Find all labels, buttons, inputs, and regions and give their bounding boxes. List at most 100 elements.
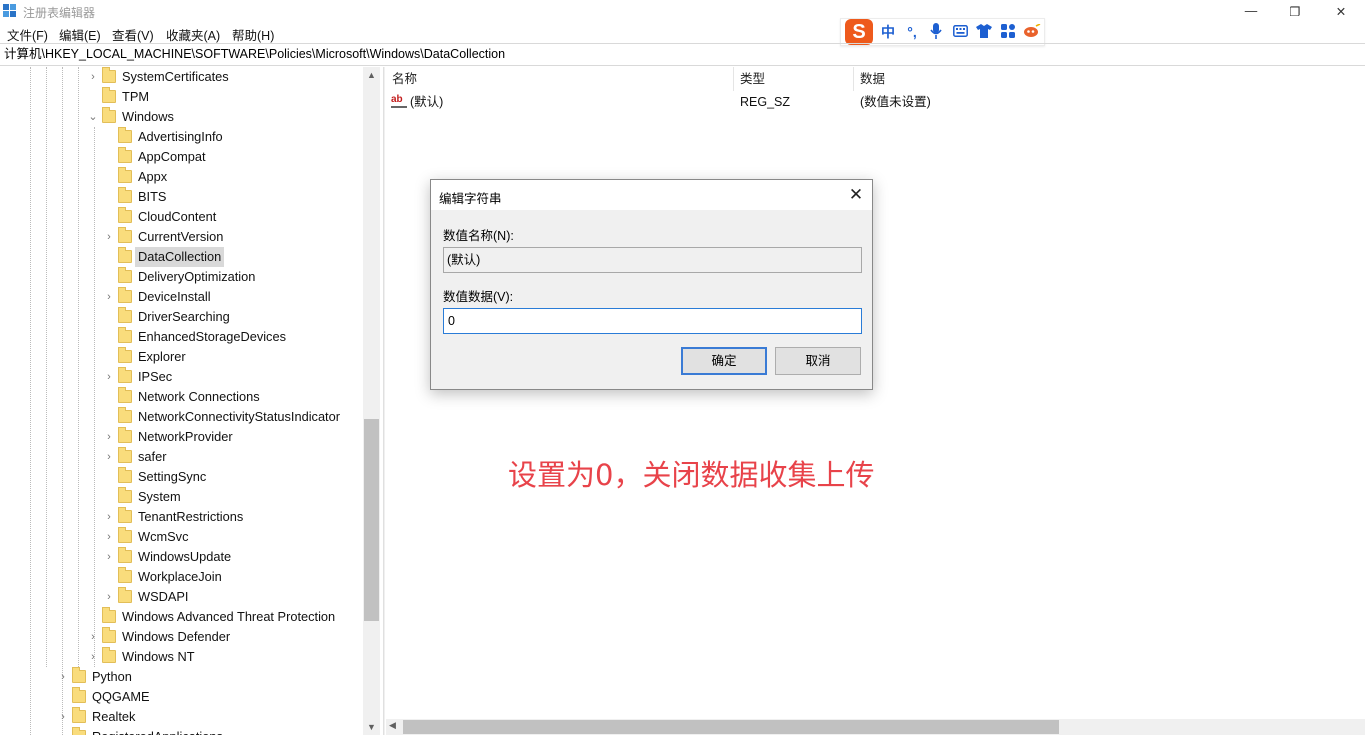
tree-item-label: RegisteredApplications	[89, 727, 226, 735]
tree-item-label: WcmSvc	[138, 529, 189, 544]
restore-button[interactable]: ❐	[1272, 0, 1318, 22]
expand-chevron-icon[interactable]: ›	[104, 427, 114, 447]
scroll-down-icon[interactable]: ▼	[363, 719, 380, 735]
expand-chevron-icon[interactable]: ›	[104, 227, 114, 247]
expand-chevron-icon[interactable]: ›	[88, 647, 98, 667]
collapse-chevron-icon[interactable]: ⌄	[88, 107, 98, 127]
tree-item[interactable]: › WcmSvc	[0, 527, 363, 547]
tree-item-label: Windows	[122, 109, 174, 124]
folder-icon	[118, 347, 132, 363]
expand-chevron-icon[interactable]: ›	[104, 527, 114, 547]
expand-chevron-icon[interactable]: ›	[104, 287, 114, 307]
tree-item[interactable]: QQGAME	[0, 687, 363, 707]
tree-item-label: WindowsUpdate	[138, 549, 232, 564]
tree-item[interactable]: DataCollection	[0, 247, 363, 267]
tree-item[interactable]: DriverSearching	[0, 307, 363, 327]
pane-splitter[interactable]	[383, 67, 385, 735]
expand-chevron-icon[interactable]: ›	[104, 447, 114, 467]
column-type-header[interactable]: 类型	[734, 67, 854, 91]
menu-help[interactable]: 帮助(H)	[232, 25, 274, 44]
ok-button[interactable]: 确定	[681, 347, 767, 375]
grid-icon[interactable]	[999, 23, 1017, 41]
h-scroll-thumb[interactable]	[403, 720, 1059, 734]
tree-item[interactable]: SettingSync	[0, 467, 363, 487]
tree-item[interactable]: › Windows Defender	[0, 627, 363, 647]
keyboard-icon[interactable]	[951, 24, 969, 40]
value-name-field: (默认)	[443, 247, 862, 273]
folder-icon	[118, 307, 132, 323]
expand-chevron-icon[interactable]: ›	[58, 667, 68, 687]
ime-punct-toggle[interactable]: °,	[903, 24, 921, 40]
tree-item[interactable]: › NetworkProvider	[0, 427, 363, 447]
tree-item[interactable]: AppCompat	[0, 147, 363, 167]
restore-icon: ❐	[1289, 4, 1301, 19]
sogou-logo-icon[interactable]: S	[845, 19, 873, 45]
ime-mode-toggle[interactable]: 中	[879, 22, 897, 42]
tree-item[interactable]: › Windows NT	[0, 647, 363, 667]
tree-item-label: CurrentVersion	[138, 229, 224, 244]
menu-view[interactable]: 查看(V)	[112, 25, 154, 44]
folder-icon	[118, 207, 132, 223]
value-data-input[interactable]: 0	[443, 308, 862, 334]
scroll-left-icon[interactable]: ◀	[389, 720, 396, 731]
tree-item[interactable]: › SystemCertificates	[0, 67, 363, 87]
expand-chevron-icon[interactable]: ›	[104, 507, 114, 527]
folder-icon	[118, 227, 132, 243]
tree-vertical-scrollbar[interactable]: ▲ ▼	[363, 67, 380, 735]
tree-item[interactable]: WorkplaceJoin	[0, 567, 363, 587]
expand-chevron-icon[interactable]: ›	[104, 587, 114, 607]
mic-icon[interactable]	[927, 22, 945, 42]
tree-item[interactable]: › WindowsUpdate	[0, 547, 363, 567]
tree-item[interactable]: › Python	[0, 667, 363, 687]
column-data-header[interactable]: 数据	[854, 67, 1054, 91]
folder-icon	[102, 107, 116, 123]
tree-item[interactable]: Network Connections	[0, 387, 363, 407]
menu-file[interactable]: 文件(F)	[7, 25, 48, 44]
tree-item[interactable]: Windows Advanced Threat Protection	[0, 607, 363, 627]
values-horizontal-scrollbar[interactable]: ◀	[386, 719, 1365, 735]
dialog-close-icon[interactable]: ✕	[843, 182, 869, 208]
scroll-up-icon[interactable]: ▲	[363, 67, 380, 83]
folder-icon	[118, 427, 132, 443]
minimize-button[interactable]: —	[1228, 0, 1274, 22]
folder-icon	[118, 147, 132, 163]
tree-item[interactable]: › TenantRestrictions	[0, 507, 363, 527]
tree-item[interactable]: DeliveryOptimization	[0, 267, 363, 287]
menu-favorites[interactable]: 收藏夹(A)	[166, 25, 220, 44]
tree-item[interactable]: CloudContent	[0, 207, 363, 227]
tree-item[interactable]: NetworkConnectivityStatusIndicator	[0, 407, 363, 427]
tree-item[interactable]: Appx	[0, 167, 363, 187]
tree-item[interactable]: EnhancedStorageDevices	[0, 327, 363, 347]
expand-chevron-icon[interactable]: ›	[104, 547, 114, 567]
cancel-button[interactable]: 取消	[775, 347, 861, 375]
tree-item[interactable]: BITS	[0, 187, 363, 207]
tree-item[interactable]: › DeviceInstall	[0, 287, 363, 307]
address-bar[interactable]: 计算机\HKEY_LOCAL_MACHINE\SOFTWARE\Policies…	[0, 43, 1365, 66]
expand-chevron-icon[interactable]: ›	[104, 367, 114, 387]
shirt-icon[interactable]	[975, 23, 993, 41]
tree-item[interactable]: System	[0, 487, 363, 507]
folder-icon	[118, 567, 132, 583]
tree-scroll-thumb[interactable]	[364, 419, 379, 621]
tree-item-label: Realtek	[92, 709, 136, 724]
tree-item-label: Windows Defender	[122, 629, 231, 644]
tree-item[interactable]: › CurrentVersion	[0, 227, 363, 247]
tree-item[interactable]: › safer	[0, 447, 363, 467]
expand-chevron-icon[interactable]: ›	[58, 707, 68, 727]
tree-item[interactable]: RegisteredApplications	[0, 727, 363, 735]
tree-item[interactable]: › Realtek	[0, 707, 363, 727]
close-button[interactable]: ✕	[1318, 0, 1364, 22]
tree-item[interactable]: › WSDAPI	[0, 587, 363, 607]
tree-item[interactable]: › IPSec	[0, 367, 363, 387]
column-name-header[interactable]: 名称	[386, 67, 734, 91]
tree-item[interactable]: ⌄ Windows	[0, 107, 363, 127]
tree-item[interactable]: TPM	[0, 87, 363, 107]
expand-chevron-icon[interactable]: ›	[88, 67, 98, 87]
tree-item[interactable]: AdvertisingInfo	[0, 127, 363, 147]
menu-edit[interactable]: 编辑(E)	[59, 25, 101, 44]
tree-item[interactable]: Explorer	[0, 347, 363, 367]
tree-item-label: TenantRestrictions	[138, 509, 244, 524]
expand-chevron-icon[interactable]: ›	[88, 627, 98, 647]
menu-bar: 文件(F) 编辑(E) 查看(V) 收藏夹(A) 帮助(H)	[0, 22, 1365, 44]
tool-icon[interactable]	[1023, 22, 1041, 41]
